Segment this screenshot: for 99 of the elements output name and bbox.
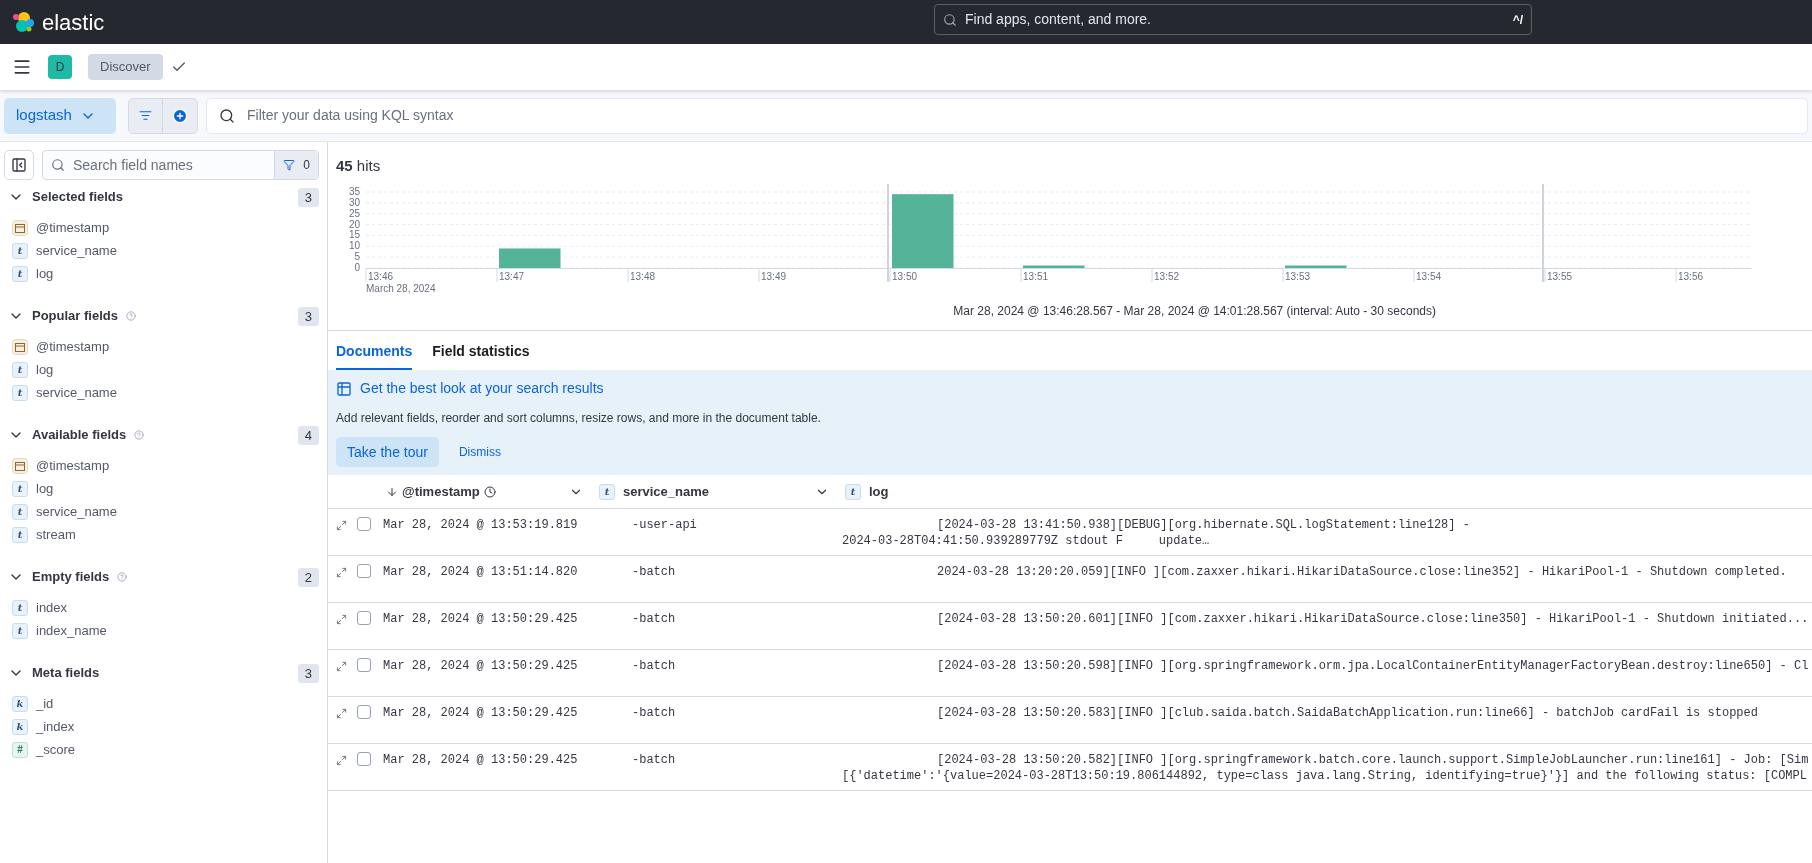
field-name[interactable]: @timestamp xyxy=(36,336,110,357)
brand-name: elastic xyxy=(42,8,105,37)
field-name[interactable]: service_name xyxy=(36,501,117,522)
service-cell: -batch xyxy=(632,706,676,720)
column-header[interactable]: service_name xyxy=(623,481,709,502)
field-name[interactable]: log xyxy=(36,359,54,380)
log-text: [2024-03-28 13:50:20.598][INFO ][org.springframework.orm.jpa.LocalContainerEntityManagerFactoryBean.destroy:line650] - Cl xyxy=(936,658,1809,674)
service-cell: -batch xyxy=(632,612,676,626)
field-name[interactable]: service_name xyxy=(36,382,117,403)
field-name[interactable]: _score xyxy=(36,739,76,760)
section-title[interactable]: Empty fields xyxy=(32,567,110,587)
query-field[interactable]: Filter your data using KQL syntax xyxy=(206,97,1808,134)
field-name[interactable]: _index xyxy=(36,716,75,737)
timestamp-cell: Mar 28, 2024 @ 13:51:14.820 xyxy=(383,565,578,579)
filter-count: 0 xyxy=(303,157,310,174)
type-badge: t xyxy=(12,480,28,497)
service-cell: -batch xyxy=(632,753,676,767)
field-name[interactable]: @timestamp xyxy=(36,217,110,238)
log-text: [{'datetime':'{value=2024-03-28T13:50:19.806144892, type=class java.lang.String, identifying=true}'}] and the following status: [COMPL xyxy=(842,768,1808,784)
count-badge: 3 xyxy=(297,187,319,207)
timestamp-cell: Mar 28, 2024 @ 13:50:29.425 xyxy=(383,706,578,720)
service-cell: -batch xyxy=(632,565,676,579)
timestamp-cell: Mar 28, 2024 @ 13:53:19.819 xyxy=(383,518,578,532)
field-name[interactable]: index_name xyxy=(36,620,107,641)
x-tick-label: 13:46 xyxy=(368,271,394,282)
field-search-field[interactable]: Search field names 0 xyxy=(42,150,319,180)
y-tick-label: 10 xyxy=(348,240,361,252)
x-tick-label: 13:49 xyxy=(761,271,787,282)
x-tick-label: 13:52 xyxy=(1154,271,1180,282)
service-cell: -user-api xyxy=(632,518,697,532)
column-header[interactable]: @timestamp xyxy=(402,481,480,502)
section-title[interactable]: Popular fields xyxy=(32,306,118,326)
space-avatar[interactable]: D xyxy=(48,55,72,79)
section-title[interactable]: Selected fields xyxy=(32,187,124,207)
y-tick-label: 35 xyxy=(348,186,361,197)
y-tick-label: 20 xyxy=(348,218,361,230)
column-header[interactable]: log xyxy=(869,481,889,502)
y-tick-label: 0 xyxy=(354,262,361,273)
type-badge: t xyxy=(12,242,28,259)
timestamp-cell: Mar 28, 2024 @ 13:50:29.425 xyxy=(383,753,578,767)
x-tick-label: 13:54 xyxy=(1416,271,1442,282)
time-range: Mar 28, 2024 @ 13:46:28.567 - Mar 28, 2024 @ 14:01:28.567 (interval: Auto - 30 seconds) xyxy=(953,303,1436,320)
timestamp-cell: Mar 28, 2024 @ 13:50:29.425 xyxy=(383,659,578,673)
x-tick-label: 13:51 xyxy=(1023,271,1049,282)
y-tick-label: 30 xyxy=(348,196,361,208)
section-title[interactable]: Available fields xyxy=(32,425,127,445)
callout-text: Add relevant fields, reorder and sort columns, resize rows, and more in the document table. xyxy=(336,410,822,427)
field-name[interactable]: service_name xyxy=(36,240,117,261)
x-tick-label: 13:50 xyxy=(892,271,918,282)
y-tick-label: 15 xyxy=(348,229,361,241)
field-name[interactable]: log xyxy=(36,263,54,284)
count-badge: 2 xyxy=(297,567,319,587)
histogram-chart: 0 5 10 15 20 25 30 35 13:46 13:47 13:48 13:49 13:50 13:51 13:52 13:53 13:54 13:55 13:56 March 28, 2024 xyxy=(326,182,1752,302)
log-text: 2024-03-28T04:41:50.939289779Z stdout F update… xyxy=(842,533,1211,549)
field-name[interactable]: index xyxy=(36,597,68,618)
hits-count: 45 hits xyxy=(336,157,381,174)
type-badge: # xyxy=(12,741,28,758)
type-badge: k xyxy=(12,695,28,712)
tab[interactable]: Field statistics xyxy=(432,341,530,370)
type-badge: t xyxy=(12,265,28,282)
data-view-button[interactable]: logstash xyxy=(4,97,116,134)
x-tick-label: 13:48 xyxy=(630,271,656,282)
dismiss-button[interactable]: Dismiss xyxy=(446,437,513,467)
x-tick-label: 13:55 xyxy=(1547,271,1573,282)
tour-button[interactable]: Take the tour xyxy=(336,437,439,467)
callout-title: Get the best look at your search results xyxy=(360,379,604,398)
type-badge: t xyxy=(12,526,28,543)
timestamp-cell: Mar 28, 2024 @ 13:50:29.425 xyxy=(383,612,578,626)
field-name[interactable]: log xyxy=(36,478,54,499)
section-title[interactable]: Meta fields xyxy=(32,663,100,683)
x-axis-title: March 28, 2024 xyxy=(366,283,436,294)
shortcut-hint: ^/ xyxy=(1512,11,1523,29)
type-badge: t xyxy=(12,622,28,639)
global-search-field[interactable]: Find apps, content, and more. ^/ xyxy=(934,4,1532,35)
field-name[interactable]: _id xyxy=(36,693,54,714)
count-badge: 3 xyxy=(297,663,319,683)
field-name[interactable]: @timestamp xyxy=(36,455,110,476)
x-tick-label: 13:47 xyxy=(499,271,525,282)
log-text: [2024-03-28 13:50:20.582][INFO ][org.springframework.batch.core.launch.support.SimpleJobLauncher.run:line161] - Job: [Sim xyxy=(936,752,1809,768)
log-text: [2024-03-28 13:41:50.938][DEBUG][org.hibernate.SQL.logStatement:line128] - xyxy=(936,517,1470,533)
type-badge: k xyxy=(12,718,28,735)
type-badge: t xyxy=(12,361,28,378)
field-name[interactable]: stream xyxy=(36,524,76,545)
type-badge: t xyxy=(12,599,28,616)
y-tick-label: 25 xyxy=(348,207,361,219)
log-text: [2024-03-28 13:50:20.601][INFO ][com.zaxxer.hikari.HikariDataSource.close:line350] - HikariPool-1 - Shutdown initiated... xyxy=(936,611,1809,627)
type-badge: t xyxy=(845,483,861,500)
y-tick-label: 5 xyxy=(354,251,361,263)
type-badge: t xyxy=(12,384,28,401)
breadcrumb[interactable]: Discover xyxy=(88,54,163,80)
log-text: [2024-03-28 13:50:20.583][INFO ][club.saida.batch.SaidaBatchApplication.run:line66] - batchJob cardFail is stopped xyxy=(936,705,1758,721)
log-text: 2024-03-28 13:20:20.059][INFO ][com.zaxxer.hikari.HikariDataSource.close:line352] - HikariPool-1 - Shutdown completed. xyxy=(936,564,1787,580)
type-badge: t xyxy=(12,503,28,520)
count-badge: 3 xyxy=(297,306,319,326)
x-tick-label: 13:53 xyxy=(1285,271,1311,282)
type-badge: t xyxy=(599,483,615,500)
service-cell: -batch xyxy=(632,659,676,673)
x-tick-label: 13:56 xyxy=(1678,271,1704,282)
count-badge: 4 xyxy=(297,425,319,445)
